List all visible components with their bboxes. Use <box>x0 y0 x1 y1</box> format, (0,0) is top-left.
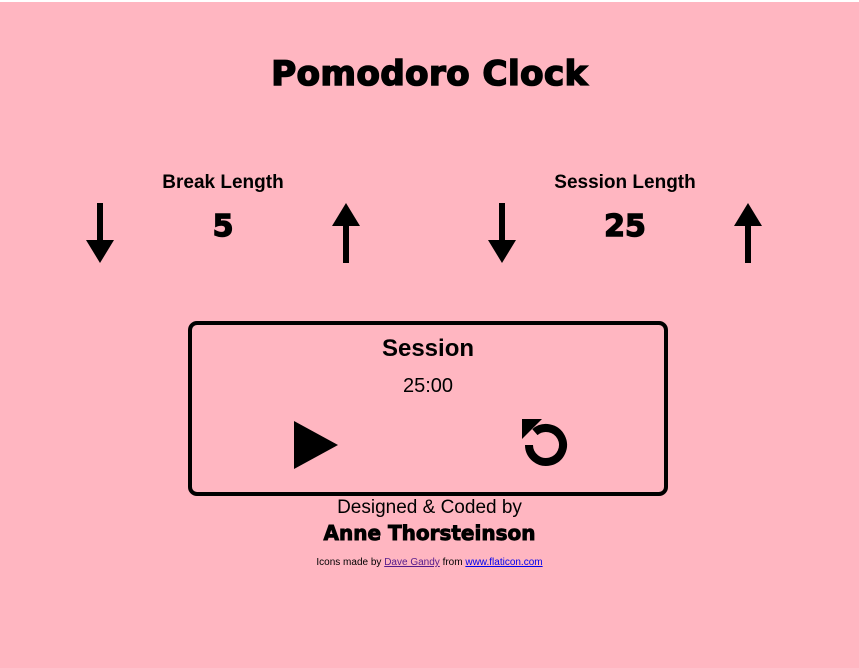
time-left: 25:00 <box>402 375 454 397</box>
timer-label: Session <box>381 335 475 362</box>
reset-button[interactable] <box>518 415 574 471</box>
attribution-prefix: Icons made by <box>316 557 382 568</box>
attribution-middle: from <box>442 557 463 568</box>
page-title: Pomodoro Clock <box>270 53 588 95</box>
arrow-up-icon <box>734 203 762 263</box>
arrow-down-icon <box>488 203 516 263</box>
break-length-value: 5 <box>212 208 234 244</box>
break-decrement-button[interactable] <box>82 200 118 266</box>
session-increment-button[interactable] <box>730 200 766 266</box>
top-border <box>0 0 859 2</box>
start-stop-button[interactable] <box>290 417 342 473</box>
arrow-up-icon <box>332 203 360 263</box>
arrow-down-icon <box>86 203 114 263</box>
break-increment-button[interactable] <box>328 200 364 266</box>
break-length-label: Break Length <box>162 172 284 193</box>
session-length-value: 25 <box>603 208 646 244</box>
credit-text: Designed & Coded by <box>337 497 522 518</box>
timer-panel: Session 25:00 <box>188 321 668 496</box>
flaticon-link[interactable]: www.flaticon.com <box>465 557 542 568</box>
session-decrement-button[interactable] <box>484 200 520 266</box>
author-name: Anne Thorsteinson <box>323 521 536 546</box>
session-length-label: Session Length <box>554 172 696 193</box>
reset-icon <box>522 419 567 466</box>
dave-gandy-link[interactable]: Dave Gandy <box>384 557 440 568</box>
icon-attribution: Icons made by Dave Gandy from www.flatic… <box>0 557 859 568</box>
play-icon <box>294 421 338 469</box>
